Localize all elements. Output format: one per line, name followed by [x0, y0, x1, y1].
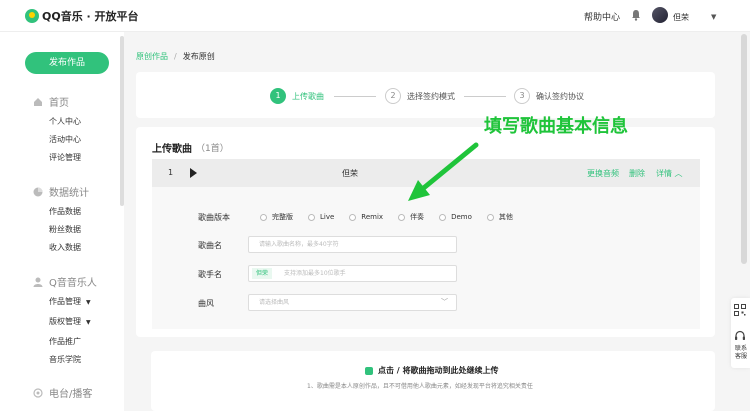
annotation-arrow-icon: [408, 142, 479, 201]
